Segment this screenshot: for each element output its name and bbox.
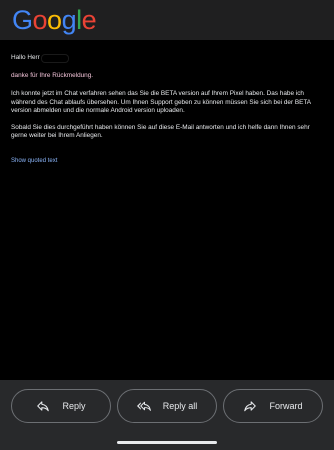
home-indicator[interactable] [117,441,217,444]
reply-all-icon [136,399,151,413]
google-logo: Google [12,4,97,35]
greeting-row: Hallo Herr [11,54,323,62]
show-quoted-text-link[interactable]: Show quoted text [11,157,323,165]
reply-label: Reply [62,401,86,411]
logo-letter-3: o [47,4,62,35]
logo-letter-4: g [61,4,77,35]
reply-all-label: Reply all [162,401,198,411]
forward-label: Forward [269,401,303,411]
body-paragraph-2: Sobald Sie dies durchgeführt haben könne… [11,124,310,140]
forward-icon [243,399,257,413]
thanks-line: danke für Ihre Rückmeldung. [11,72,94,80]
logo-letter-1: G [12,4,33,35]
forward-button[interactable]: Forward [223,389,323,423]
reply-button[interactable]: Reply [11,389,111,423]
reply-icon [36,399,50,413]
redacted-name [41,54,68,62]
body-paragraph-1: Ich konnte jetzt im Chat verfahren sehen… [11,90,311,114]
logo-letter-2: o [32,4,48,35]
email-header-banner: Google [0,0,334,40]
reply-all-button[interactable]: Reply all [117,389,217,423]
email-body: Hallo Herr danke für Ihre Rückmeldung. I… [0,40,334,392]
action-bar: Reply Reply all Forward [0,380,334,450]
greeting-text: Hallo Herr [11,54,40,61]
logo-letter-6: e [81,4,97,35]
